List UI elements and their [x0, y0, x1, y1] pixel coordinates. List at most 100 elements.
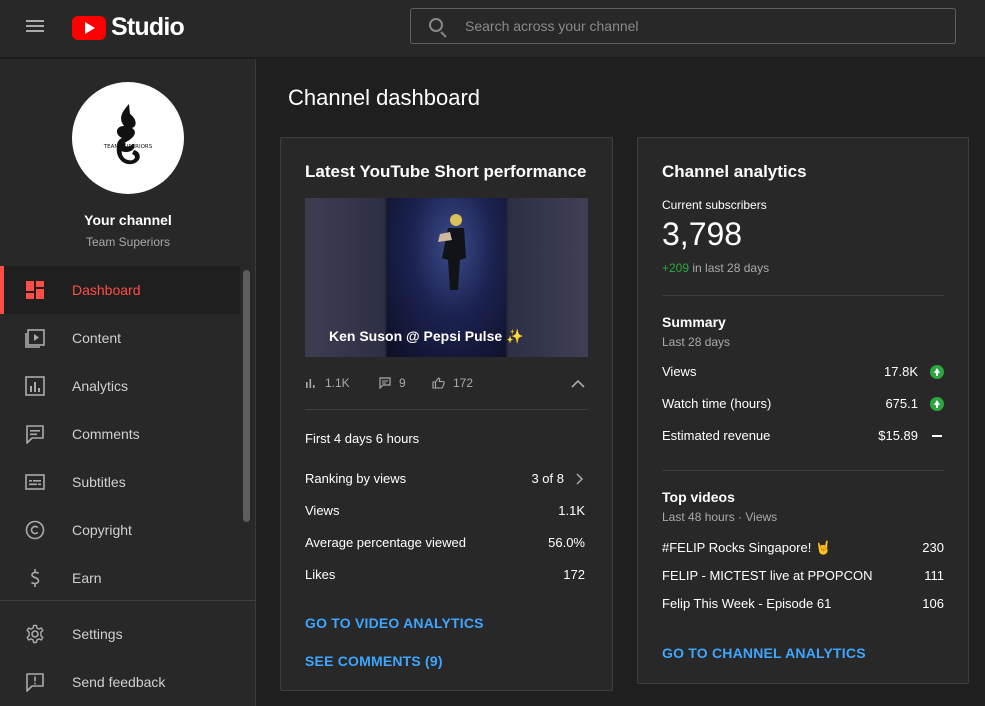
video-stats: 1.1K 9 172 — [305, 374, 588, 394]
top-video-views: 111 — [924, 568, 944, 583]
bar-chart-icon — [306, 379, 315, 388]
sidebar-item-label: Send feedback — [72, 674, 166, 690]
page-title: Channel dashboard — [288, 85, 481, 110]
subscribers-count: 3,798 — [662, 216, 743, 252]
sidebar-item-copyright[interactable]: Copyright — [0, 506, 240, 554]
comments-stat: 9 — [379, 376, 406, 390]
summary-row-views: Views 17.8K — [662, 364, 944, 379]
sidebar-item-label: Subtitles — [72, 474, 126, 490]
delta-suffix: in last 28 days — [689, 261, 770, 275]
ranking-value: 3 of 8 — [531, 471, 564, 486]
top-bar: Studio — [0, 0, 985, 58]
youtube-play-icon — [72, 15, 106, 40]
summary-value: 17.8K — [884, 364, 918, 379]
video-thumbnail[interactable]: Ken Suson @ Pepsi Pulse ✨ — [305, 198, 588, 357]
top-video-row[interactable]: Felip This Week - Episode 61 106 — [662, 596, 944, 611]
avg-viewed-value: 56.0% — [548, 535, 585, 550]
sidebar-item-label: Comments — [72, 426, 140, 442]
sidebar-item-dashboard[interactable]: Dashboard — [0, 266, 240, 314]
copyright-icon — [25, 520, 45, 540]
summary-row-revenue: Estimated revenue $15.89 — [662, 428, 944, 443]
likes-stat: 172 — [432, 376, 473, 390]
likes-count: 172 — [453, 376, 474, 390]
summary-label: Watch time (hours) — [662, 396, 772, 411]
summary-title: Summary — [662, 314, 726, 330]
subscribers-label: Current subscribers — [662, 198, 767, 212]
ranking-row[interactable]: Ranking by views 3 of 8 — [305, 471, 588, 486]
sidebar-item-label: Earn — [72, 570, 102, 586]
sidebar-item-label: Analytics — [72, 378, 129, 394]
sidebar-item-content[interactable]: Content — [0, 314, 240, 362]
content-icon — [25, 329, 45, 348]
summary-row-watch-time: Watch time (hours) 675.1 — [662, 396, 944, 411]
channel-analytics-card: Channel analytics Current subscribers 3,… — [637, 137, 969, 684]
sidebar-item-settings[interactable]: Settings — [0, 610, 255, 658]
search-input[interactable] — [465, 18, 925, 34]
likes-value: 172 — [563, 567, 585, 582]
subtitles-icon — [25, 474, 45, 490]
period-label: First 4 days 6 hours — [305, 431, 420, 446]
sidebar-nav: Dashboard Content Analytics Comments Sub… — [0, 266, 240, 602]
go-to-video-analytics-link[interactable]: GO TO VIDEO ANALYTICS — [305, 615, 484, 631]
earn-icon — [30, 569, 40, 587]
views-value: 1.1K — [558, 503, 585, 518]
avg-viewed-row: Average percentage viewed 56.0% — [305, 535, 588, 550]
comment-icon — [379, 377, 391, 389]
sidebar-item-send-feedback[interactable]: Send feedback — [0, 658, 255, 706]
sidebar-bottom-nav: Settings Send feedback — [0, 610, 255, 706]
top-video-row[interactable]: #FELIP Rocks Singapore! 🤘 230 — [662, 540, 944, 556]
top-videos-period: Last 48 hours · Views — [662, 510, 778, 524]
menu-icon[interactable] — [26, 17, 46, 35]
views-label: Views — [305, 503, 340, 518]
svg-text:TEAM SUPERIORS: TEAM SUPERIORS — [103, 144, 153, 150]
logo-text: Studio — [111, 13, 185, 41]
your-channel-label: Your channel — [84, 212, 172, 228]
top-video-views: 230 — [922, 540, 944, 555]
avatar[interactable]: TEAM SUPERIORS — [72, 82, 184, 194]
top-video-title: FELIP - MICTEST live at PPOPCON — [662, 568, 873, 583]
dashboard-icon — [26, 281, 44, 299]
top-video-row[interactable]: FELIP - MICTEST live at PPOPCON 111 — [662, 568, 944, 583]
sidebar-scrollbar[interactable] — [243, 270, 250, 522]
video-title: Ken Suson @ Pepsi Pulse ✨ — [329, 328, 524, 344]
sidebar-item-subtitles[interactable]: Subtitles — [0, 458, 240, 506]
sidebar-item-comments[interactable]: Comments — [0, 410, 240, 458]
comments-count: 9 — [399, 376, 406, 390]
trend-up-icon — [930, 397, 944, 411]
chevron-up-icon[interactable] — [570, 378, 586, 390]
card-title: Latest YouTube Short performance — [305, 162, 587, 181]
comments-icon — [26, 425, 44, 444]
studio-logo[interactable]: Studio — [72, 13, 185, 42]
likes-label: Likes — [305, 567, 336, 582]
thumbs-up-icon — [432, 377, 445, 389]
channel-name: Team Superiors — [85, 235, 171, 249]
card-title: Channel analytics — [662, 162, 807, 181]
top-video-title: #FELIP Rocks Singapore! 🤘 — [662, 540, 832, 555]
sidebar-item-earn[interactable]: Earn — [0, 554, 240, 602]
go-to-channel-analytics-link[interactable]: GO TO CHANNEL ANALYTICS — [662, 645, 866, 661]
sidebar-item-label: Content — [72, 330, 122, 346]
sidebar-item-analytics[interactable]: Analytics — [0, 362, 240, 410]
likes-row: Likes 172 — [305, 567, 588, 582]
top-videos-title: Top videos — [662, 489, 735, 505]
views-row: Views 1.1K — [305, 503, 588, 518]
see-comments-link[interactable]: SEE COMMENTS (9) — [305, 653, 443, 669]
ranking-label: Ranking by views — [305, 471, 407, 486]
team-superiors-logo: TEAM SUPERIORS — [103, 104, 153, 165]
summary-label: Views — [662, 364, 697, 379]
analytics-icon — [25, 376, 45, 396]
search-box[interactable] — [410, 8, 956, 44]
chevron-right-icon[interactable] — [574, 473, 584, 485]
delta-value: +209 — [662, 261, 690, 275]
sidebar: TEAM SUPERIORS Your channel Team Superio… — [0, 59, 256, 706]
avg-viewed-label: Average percentage viewed — [305, 535, 466, 550]
divider — [662, 295, 944, 296]
gear-icon — [26, 624, 44, 644]
sidebar-divider — [0, 600, 255, 601]
divider — [305, 409, 588, 410]
summary-label: Estimated revenue — [662, 428, 771, 443]
search-icon[interactable] — [423, 9, 463, 43]
subscribers-delta: +209 in last 28 days — [662, 261, 769, 275]
summary-value: $15.89 — [878, 428, 918, 443]
latest-short-card: Latest YouTube Short performance Ken Sus… — [280, 137, 613, 691]
